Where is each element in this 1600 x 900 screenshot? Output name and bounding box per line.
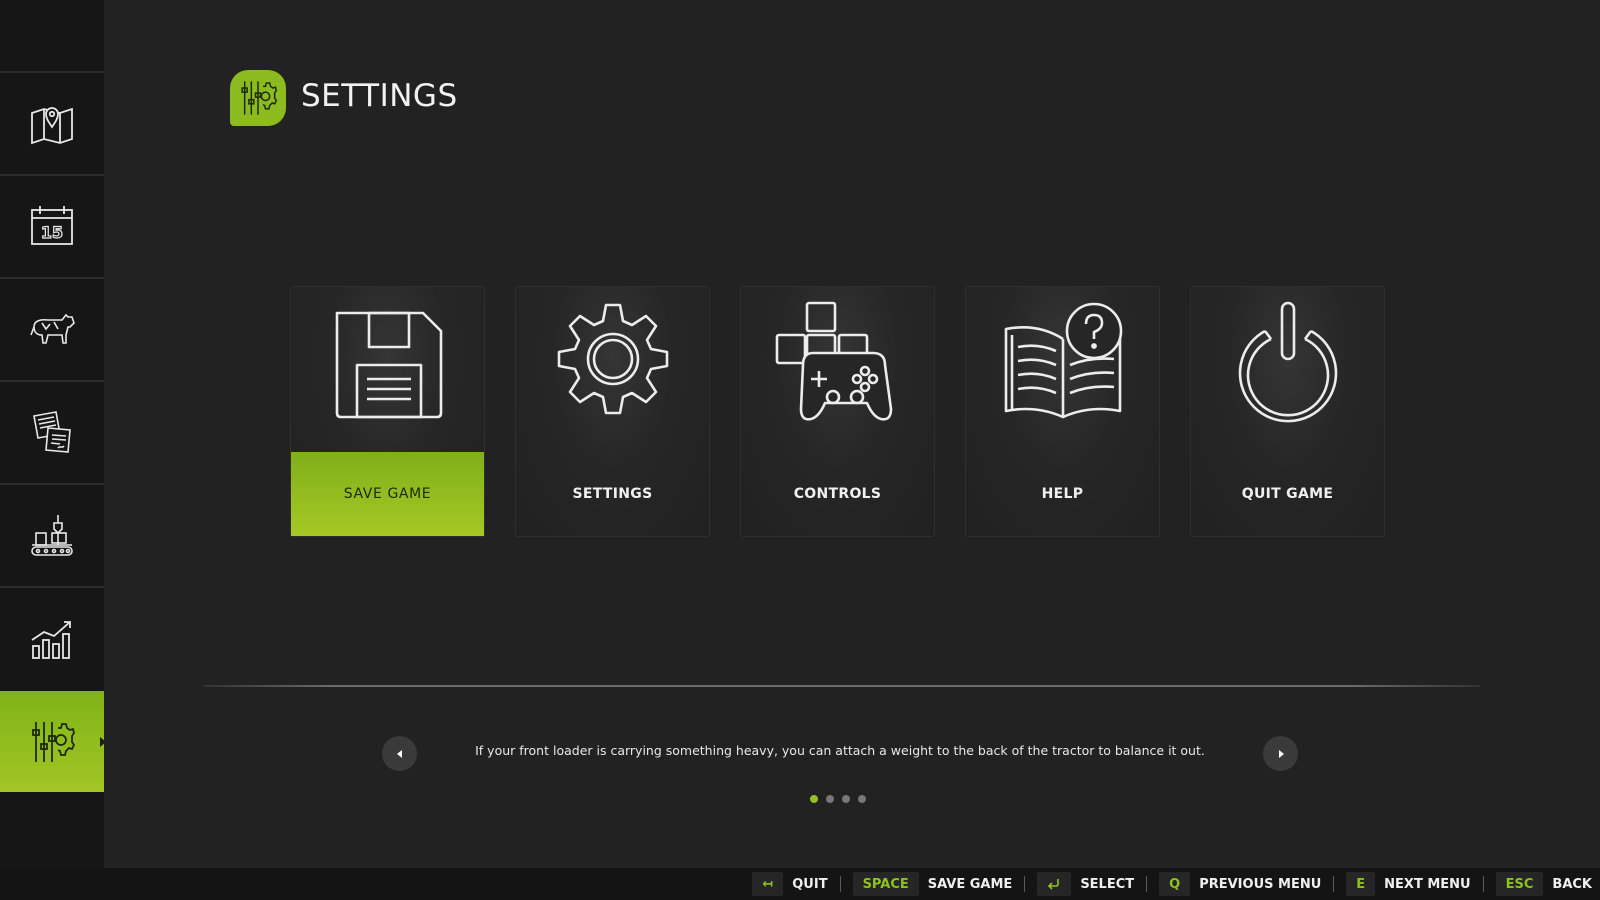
enter-key-icon — [1048, 879, 1060, 890]
tip-page-dot[interactable] — [810, 795, 818, 803]
settings-sliders-icon — [241, 81, 278, 115]
power-icon — [1238, 301, 1337, 423]
card-icon-area — [1191, 299, 1384, 429]
separator — [1333, 876, 1335, 892]
card-icon-area — [516, 299, 709, 429]
hint-label: SAVE GAME — [927, 876, 1013, 892]
sidebar-item-production[interactable] — [0, 483, 104, 584]
key-badge: ESC — [1495, 872, 1544, 896]
contracts-icon — [33, 410, 71, 453]
tip-previous-button[interactable] — [382, 736, 417, 771]
tip-text: If your front loader is carrying somethi… — [475, 743, 1205, 758]
key-badge: SPACE — [852, 872, 919, 896]
card-label-area: SAVE GAME — [291, 452, 484, 536]
back-hint[interactable]: ESC BACK — [1495, 872, 1592, 896]
sidebar: 15 — [0, 0, 106, 868]
sidebar-item-map[interactable] — [0, 71, 104, 172]
gamepad-icon — [775, 301, 892, 421]
quit-game-button[interactable]: QUIT GAME — [1190, 286, 1385, 537]
card-label: CONTROLS — [793, 486, 882, 502]
card-label-area: CONTROLS — [741, 452, 934, 536]
settings-button[interactable]: SETTINGS — [515, 286, 710, 537]
save-game-hint[interactable]: SPACE SAVE GAME — [852, 872, 1013, 896]
tip-page-dot[interactable] — [842, 795, 850, 803]
sidebar-item-settings[interactable] — [0, 691, 106, 792]
sidebar-item-contracts[interactable] — [0, 380, 104, 481]
card-label-area: QUIT GAME — [1191, 452, 1384, 536]
card-icon-area — [291, 299, 484, 429]
tip-page-dot[interactable] — [858, 795, 866, 803]
divider — [204, 685, 1480, 687]
sidebar-item-calendar[interactable]: 15 — [0, 174, 104, 275]
hint-label: SELECT — [1080, 876, 1135, 892]
sidebar-item-statistics[interactable] — [0, 586, 104, 687]
tip-next-button[interactable] — [1263, 736, 1298, 771]
key-badge: E — [1346, 872, 1376, 896]
card-icon-area — [966, 299, 1159, 429]
footer-hint-bar: ↤ QUIT SPACE SAVE GAME SELECT Q PREVIOUS… — [0, 868, 1600, 900]
hint-label: QUIT — [792, 876, 828, 892]
key-badge: Q — [1159, 872, 1191, 896]
card-icon-area — [741, 299, 934, 429]
gear-icon — [557, 303, 668, 415]
hint-label: BACK — [1552, 876, 1592, 892]
calendar-icon: 15 — [31, 205, 73, 245]
help-button[interactable]: HELP — [965, 286, 1160, 537]
cow-icon — [30, 313, 75, 344]
arrow-right-icon — [1278, 749, 1284, 758]
production-icon — [31, 514, 73, 556]
select-hint[interactable]: SELECT — [1037, 872, 1134, 896]
tip-page-dot[interactable] — [826, 795, 834, 803]
statistics-icon — [31, 620, 71, 659]
quit-hint[interactable]: ↤ QUIT — [752, 872, 828, 896]
map-pin-icon — [31, 106, 73, 144]
hint-label: PREVIOUS MENU — [1199, 876, 1322, 892]
tip-page-indicator — [810, 795, 866, 803]
header-settings-icon-badge — [230, 70, 286, 126]
controls-button[interactable]: CONTROLS — [740, 286, 935, 537]
arrow-left-icon — [396, 749, 402, 758]
floppy-disk-icon — [335, 311, 442, 419]
separator — [1024, 876, 1026, 892]
next-menu-hint[interactable]: E NEXT MENU — [1346, 872, 1471, 896]
separator — [839, 876, 841, 892]
card-label-area: HELP — [966, 452, 1159, 536]
help-book-icon — [1004, 302, 1122, 419]
card-label-area: SETTINGS — [516, 452, 709, 536]
previous-menu-hint[interactable]: Q PREVIOUS MENU — [1159, 872, 1321, 896]
key-badge — [1037, 872, 1072, 896]
card-label: HELP — [1041, 486, 1084, 502]
page-title: SETTINGS — [301, 78, 458, 114]
key-badge: ↤ — [752, 872, 784, 896]
save-game-button[interactable]: SAVE GAME — [290, 286, 485, 537]
settings-sliders-icon — [32, 721, 76, 762]
card-label: SAVE GAME — [343, 486, 432, 502]
separator — [1482, 876, 1484, 892]
separator — [1146, 876, 1148, 892]
calendar-date: 15 — [41, 223, 63, 242]
hint-label: NEXT MENU — [1384, 876, 1471, 892]
active-indicator-arrow — [100, 736, 106, 747]
card-label: SETTINGS — [572, 486, 653, 502]
sidebar-item-animals[interactable] — [0, 277, 104, 378]
card-label: QUIT GAME — [1241, 486, 1334, 502]
